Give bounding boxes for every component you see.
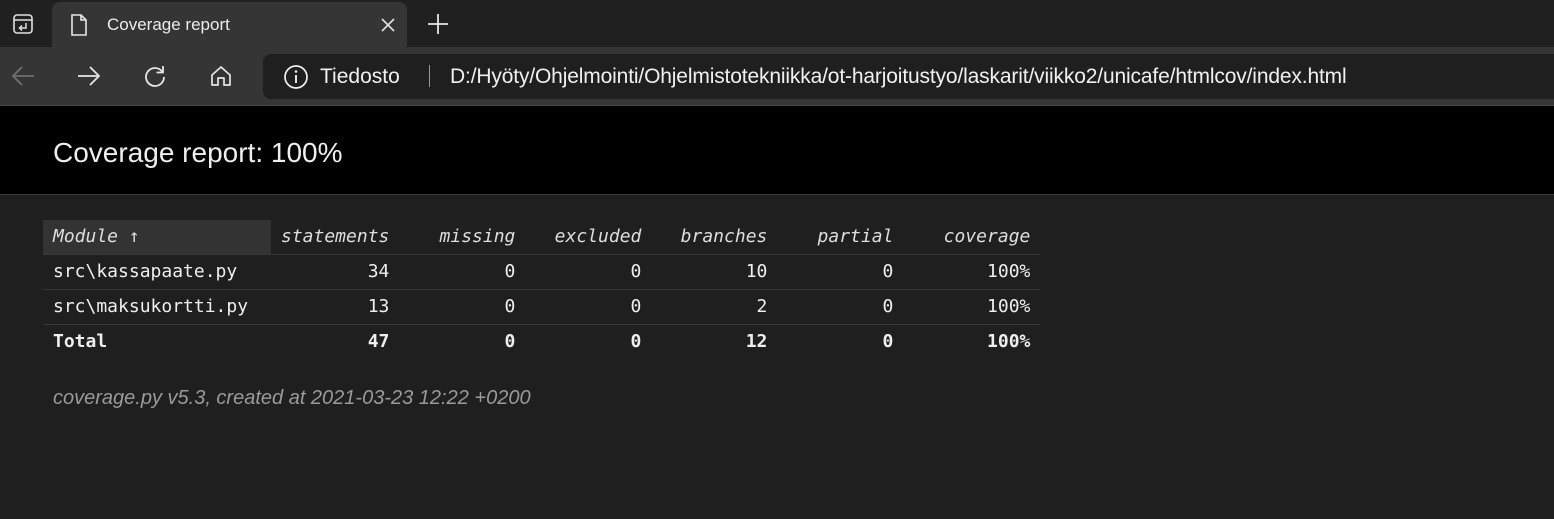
cell-excluded: 0 (525, 253, 652, 289)
browser-toolbar: Tiedosto D:/Hyöty/Ohjelmointi/Ohjelmisto… (0, 47, 1554, 106)
back-arrow-icon (11, 66, 34, 86)
address-site-label: Tiedosto (320, 65, 400, 88)
cell-missing: 0 (399, 253, 526, 289)
column-header-missing[interactable]: missing (399, 220, 525, 254)
total-partial: 0 (777, 323, 904, 359)
table-row: src\maksukortti.py 13 0 0 2 0 100% (43, 288, 1041, 324)
cell-partial: 0 (777, 288, 904, 324)
total-row: Total 47 0 0 12 0 100% (43, 323, 1041, 359)
forward-arrow-icon (78, 66, 101, 86)
tab-close-button[interactable] (378, 15, 398, 35)
total-statements: 47 (271, 323, 400, 359)
total-label: Total (43, 323, 271, 359)
total-missing: 0 (399, 323, 526, 359)
tab-coverage-report[interactable]: Coverage report (52, 2, 407, 47)
total-coverage: 100% (903, 323, 1041, 359)
column-header-statements[interactable]: statements (271, 220, 399, 254)
report-header: Coverage report: 100% (0, 106, 1554, 195)
cell-missing: 0 (399, 288, 526, 324)
cell-branches: 10 (651, 253, 778, 289)
module-link[interactable]: src\kassapaate.py (43, 253, 271, 289)
cell-excluded: 0 (525, 288, 652, 324)
forward-button[interactable] (72, 59, 106, 93)
tab-strip: Coverage report (0, 0, 1554, 47)
column-header-branches[interactable]: branches (651, 220, 777, 254)
page-title: Coverage report: 100% (53, 137, 343, 168)
home-icon (211, 66, 231, 86)
home-button[interactable] (204, 59, 238, 93)
cell-branches: 2 (651, 288, 778, 324)
table-header-row: Module ↑ statements missing excluded bra… (43, 220, 1040, 254)
report-footer: coverage.py v5.3, created at 2021-03-23 … (53, 387, 531, 409)
new-tab-button[interactable] (425, 11, 451, 37)
column-header-partial[interactable]: partial (777, 220, 903, 254)
info-icon[interactable] (283, 64, 309, 90)
total-branches: 12 (651, 323, 778, 359)
address-url[interactable]: D:/Hyöty/Ohjelmointi/Ohjelmistotekniikka… (450, 65, 1347, 89)
table-row: src\kassapaate.py 34 0 0 10 0 100% (43, 253, 1041, 289)
module-link[interactable]: src\maksukortti.py (43, 288, 271, 324)
cell-statements: 34 (271, 253, 400, 289)
column-header-module[interactable]: Module ↑ (43, 220, 271, 254)
tab-actions-button[interactable] (0, 0, 45, 47)
close-icon (381, 18, 395, 32)
column-header-excluded[interactable]: excluded (525, 220, 651, 254)
refresh-icon (145, 66, 165, 87)
total-excluded: 0 (525, 323, 652, 359)
plus-icon (428, 14, 448, 34)
cell-coverage: 100% (903, 253, 1041, 289)
back-button[interactable] (6, 59, 40, 93)
tab-title: Coverage report (107, 15, 230, 34)
tab-actions-icon (12, 13, 33, 34)
cell-statements: 13 (271, 288, 400, 324)
column-header-coverage[interactable]: coverage (903, 220, 1040, 254)
refresh-button[interactable] (138, 59, 172, 93)
coverage-table: Module ↑ statements missing excluded bra… (43, 220, 1041, 359)
page-icon (71, 14, 87, 36)
page-content: Coverage report: 100% Module ↑ statement… (0, 106, 1554, 519)
address-separator (429, 65, 430, 87)
address-bar[interactable]: Tiedosto D:/Hyöty/Ohjelmointi/Ohjelmisto… (263, 54, 1554, 99)
cell-partial: 0 (777, 253, 904, 289)
cell-coverage: 100% (903, 288, 1041, 324)
